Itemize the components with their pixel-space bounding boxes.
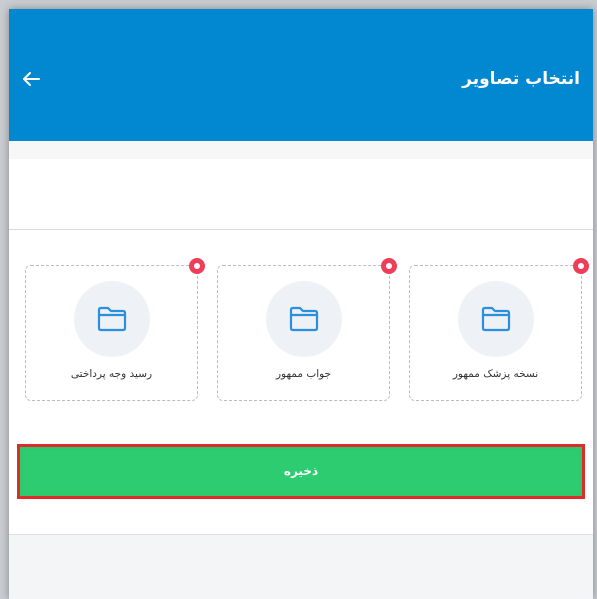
save-button[interactable]: ذخیره — [23, 450, 579, 493]
card-label: جواب ممهور — [275, 368, 332, 380]
card-label: نسخه پزشک ممهور — [452, 368, 539, 380]
folder-icon-circle — [266, 281, 342, 357]
save-button-highlight: ذخیره — [17, 444, 585, 499]
folder-icon-circle — [74, 281, 150, 357]
upload-cards: نسخه پزشک ممهور جواب ممهور رسید وجه پردا… — [25, 258, 589, 405]
upload-card-result[interactable]: جواب ممهور — [217, 258, 397, 401]
page-title: انتخاب تصاویر — [462, 69, 580, 89]
upload-card-prescription[interactable]: نسخه پزشک ممهور — [409, 258, 589, 401]
arrow-left-icon — [23, 72, 40, 86]
remove-dot-icon[interactable] — [381, 258, 397, 274]
card-label: رسید وجه پرداختی — [70, 368, 153, 380]
folder-icon — [481, 306, 511, 332]
form-divider — [9, 229, 593, 230]
bottom-area — [9, 535, 593, 599]
upload-card-receipt[interactable]: رسید وجه پرداختی — [25, 258, 205, 401]
app-header: انتخاب تصاویر — [9, 9, 593, 141]
remove-dot-icon[interactable] — [189, 258, 205, 274]
folder-icon — [289, 306, 319, 332]
folder-icon — [97, 306, 127, 332]
folder-icon-circle — [458, 281, 534, 357]
mobile-screen: انتخاب تصاویر نسخه پزشک ممهور جواب ممهور… — [9, 9, 593, 599]
back-button[interactable] — [19, 67, 43, 91]
header-gap — [9, 141, 593, 159]
main-content: نسخه پزشک ممهور جواب ممهور رسید وجه پردا… — [9, 159, 593, 534]
remove-dot-icon[interactable] — [573, 258, 589, 274]
